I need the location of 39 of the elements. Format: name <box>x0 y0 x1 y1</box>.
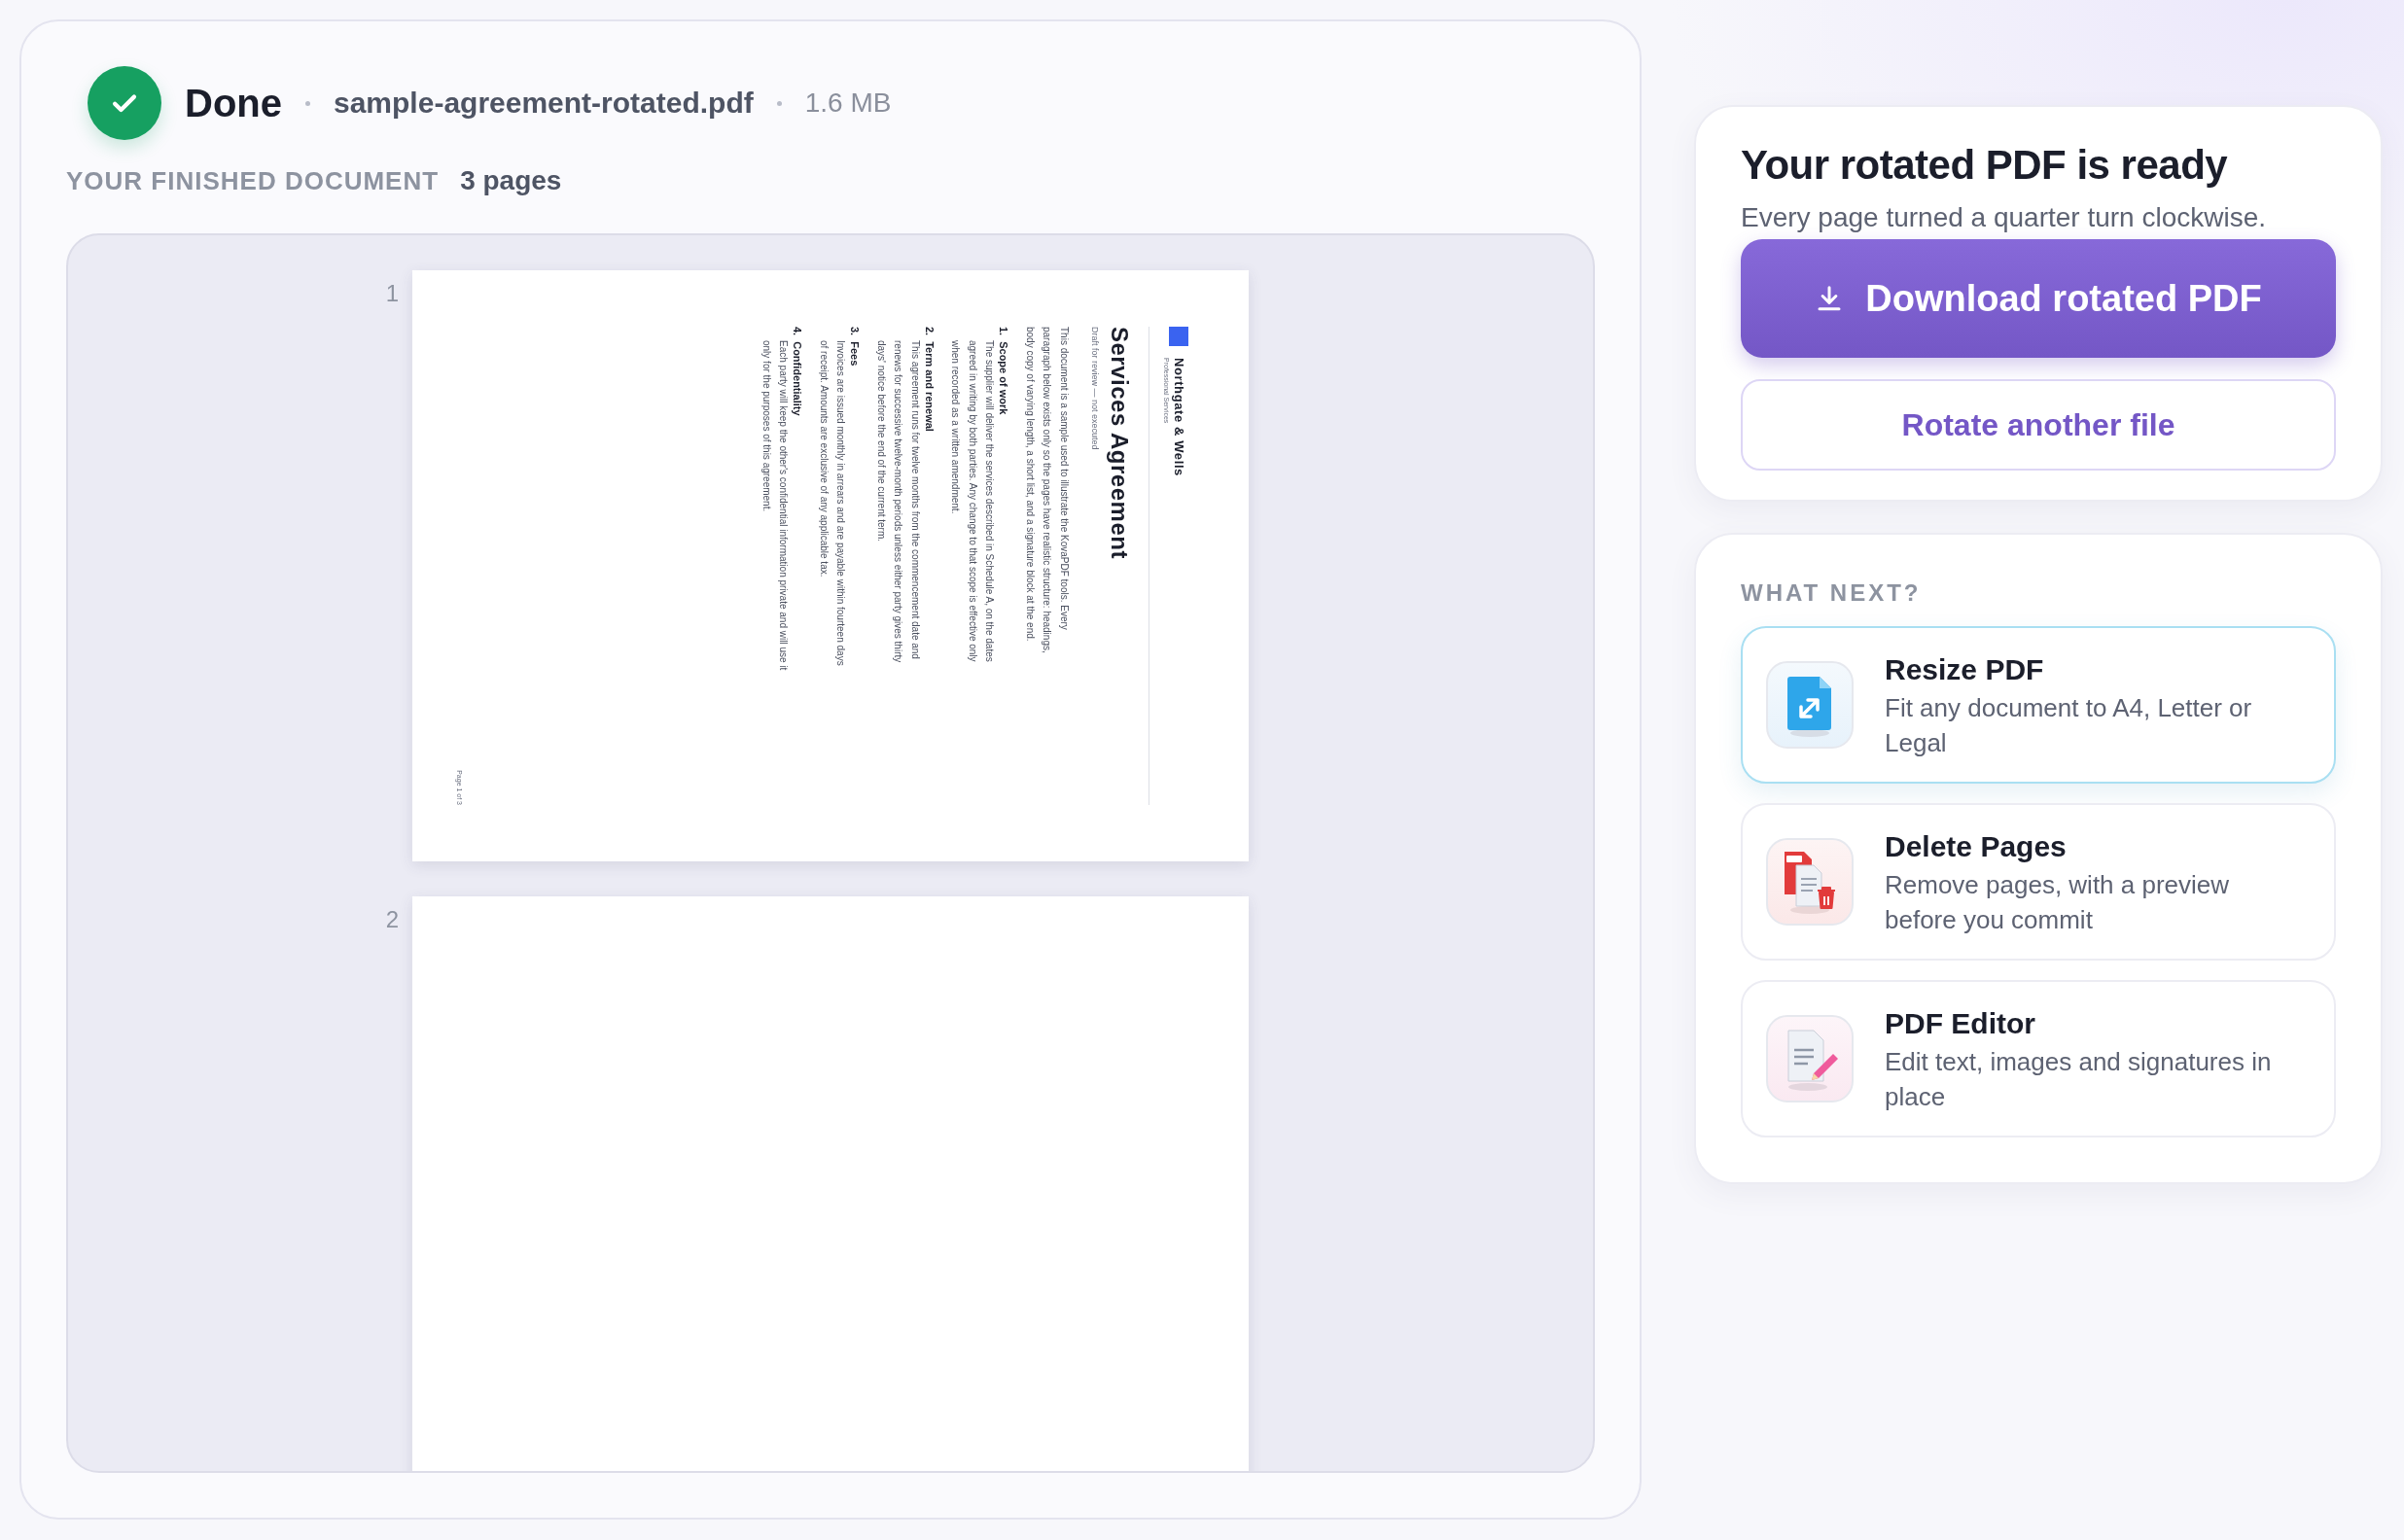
file-name: sample-agreement-rotated.pdf <box>334 87 754 120</box>
status-label: Done <box>185 81 282 125</box>
section-heading: Scope of work <box>998 341 1010 415</box>
section-heading: Confidentiality <box>792 341 804 416</box>
section-label: YOUR FINISHED DOCUMENT <box>66 166 440 196</box>
tool-title: PDF Editor <box>1885 1006 2036 1041</box>
section-heading: Fees <box>849 341 862 367</box>
result-subtitle: Every page turned a quarter turn clockwise. <box>1741 202 2268 233</box>
logo-square-icon <box>1169 327 1188 346</box>
tool-item[interactable]: PDF Editor Edit text, images and signatures in place <box>1741 980 2336 1138</box>
document-title: Services Agreement <box>1106 327 1133 561</box>
section-paragraph: Each party will keep the other's confidential information private and will use it only for the purposes of this agreement. <box>760 340 791 671</box>
section-paragraph: This agreement runs for twelve months from the commencement date and renews for successive twelve-month periods unless either party gives thirty days' notice before the end of the current term. <box>875 340 922 665</box>
section-number: 3. <box>849 327 862 336</box>
tool-title: Resize PDF <box>1885 652 2045 687</box>
section-number: 4. <box>792 327 804 336</box>
section-label: WHAT NEXT? <box>1741 579 1923 607</box>
section-paragraph: Invoices are issued monthly in arrears and are payable within fourteen days of receipt. Amounts are exclusive of any applicable tax. <box>818 340 848 668</box>
section-paragraph: The supplier will deliver the services described in Schedule A, on the dates agreed in writing by both parties. Any change to that scope is effective only when recorded as a written amendment. <box>949 340 997 664</box>
tool-description: Edit text, images and signatures in place <box>1885 1046 2273 1113</box>
tool-title: Delete Pages <box>1885 829 2068 864</box>
page-number: 2 <box>385 905 400 934</box>
page-number: 1 <box>385 279 400 308</box>
document-subtitle: Draft for review — not executed <box>1090 327 1100 452</box>
intro-paragraph: This document is a sample used to illustrate the KovaPDF tools. Every paragraph below exists only so the pages have realistic structure: headings, body copy of varying length, a short list, and a signature block at the end. <box>1024 327 1071 655</box>
file-size: 1.6 MB <box>804 88 892 119</box>
page-count: 3 pages <box>460 165 562 196</box>
section-heading: Term and renewal <box>924 341 936 432</box>
tool-description: Fit any document to A4, Letter or Legal <box>1885 692 2253 759</box>
section-number: 2. <box>924 327 936 336</box>
section-number: 1. <box>998 327 1010 336</box>
result-title: Your rotated PDF is ready <box>1741 141 2229 190</box>
tool-item[interactable]: Delete Pages Remove pages, with a preview before you commit <box>1741 803 2336 961</box>
download-button[interactable]: Download rotated PDF <box>1741 239 2336 358</box>
tool-description: Remove pages, with a preview before you commit <box>1885 869 2231 936</box>
rotate-another-button[interactable]: Rotate another file <box>1741 379 2336 471</box>
check-icon <box>88 66 161 140</box>
company-name: Northgate & Wells <box>1172 358 1186 476</box>
tool-item[interactable]: Resize PDF Fit any document to A4, Letter or Legal <box>1741 626 2336 784</box>
